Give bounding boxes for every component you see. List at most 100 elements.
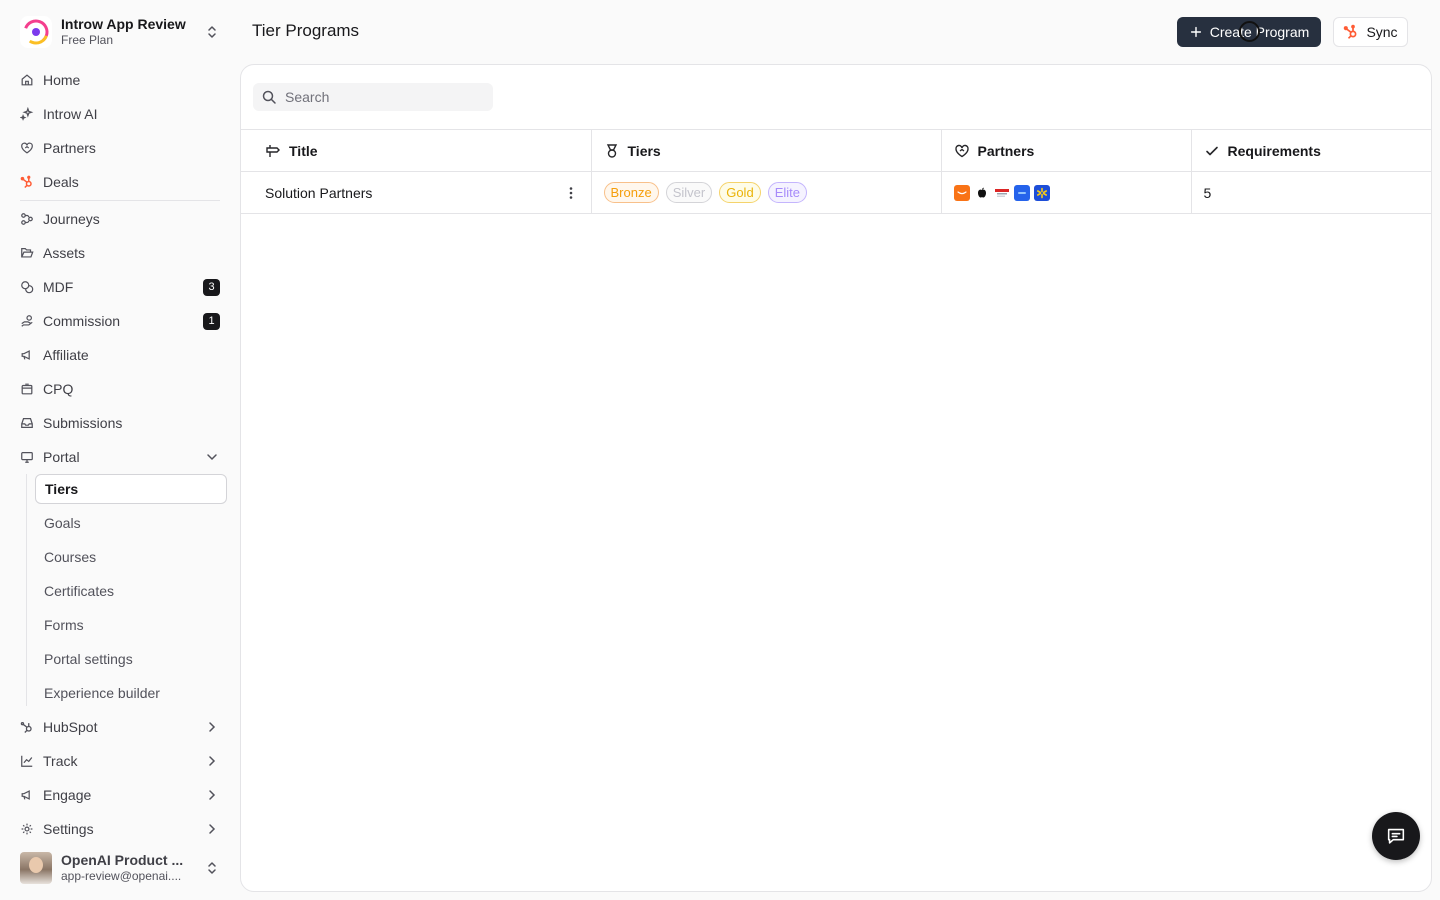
- sidebar-item-label: Journeys: [43, 211, 100, 227]
- search-icon: [262, 90, 276, 104]
- sidebar-item-label: Submissions: [43, 415, 123, 431]
- tier-badge-gold: Gold: [719, 182, 761, 203]
- user-menu[interactable]: OpenAI Product ... app-review@openai....: [12, 848, 228, 888]
- sidebar-item-label: Commission: [43, 313, 121, 329]
- signpost-icon: [266, 144, 280, 157]
- apple-logo: [973, 184, 990, 201]
- chevron-right-icon: [209, 756, 216, 766]
- workspace-switcher[interactable]: Introw App Review Free Plan: [12, 12, 228, 52]
- mdf-count-badge: 3: [203, 278, 220, 296]
- line-chart-icon: [20, 754, 34, 768]
- user-email: app-review@openai....: [61, 869, 182, 884]
- sidebar-subitem-forms[interactable]: Forms: [35, 610, 227, 640]
- handshake-heart-icon: [954, 144, 969, 157]
- workflow-icon: [20, 212, 34, 226]
- table-row[interactable]: Solution Partners Bronze Silver Gold Elite: [241, 171, 1431, 214]
- workspace-plan: Free Plan: [61, 33, 114, 48]
- hubspot-icon: [1344, 24, 1357, 39]
- commission-count-badge: 1: [203, 312, 220, 330]
- folder-open-icon: [20, 246, 34, 260]
- submenu-rail: [26, 474, 27, 706]
- search-box[interactable]: [253, 83, 493, 111]
- megaphone-icon: [20, 788, 34, 802]
- sidebar-subitem-courses[interactable]: Courses: [35, 542, 227, 572]
- column-header-label: Title: [289, 142, 318, 159]
- column-header-title[interactable]: Title: [241, 129, 591, 172]
- sidebar-subitem-portal-settings[interactable]: Portal settings: [35, 644, 227, 674]
- home-icon: [20, 73, 34, 87]
- inbox-icon: [20, 416, 34, 430]
- requirements-cell: 5: [1190, 171, 1431, 214]
- chevron-down-icon: [207, 454, 217, 461]
- tier-badge-bronze: Bronze: [603, 182, 659, 203]
- introw-logo: [20, 16, 52, 48]
- sidebar-item-submissions[interactable]: Submissions: [12, 408, 228, 438]
- sidebar-item-label: Introw AI: [43, 106, 98, 122]
- gear-icon: [20, 822, 34, 836]
- amazon-logo: [953, 184, 970, 201]
- sidebar-subitem-goals[interactable]: Goals: [35, 508, 227, 538]
- column-header-label: Tiers: [627, 142, 661, 159]
- chat-support-button[interactable]: [1372, 812, 1420, 860]
- chat-icon: [1387, 828, 1405, 844]
- package-icon: [20, 382, 34, 396]
- sidebar-item-introw-ai[interactable]: Introw AI: [12, 99, 228, 129]
- medal-icon: [606, 143, 617, 158]
- sidebar-subitem-experience-builder[interactable]: Experience builder: [35, 678, 227, 708]
- sidebar-subitem-tiers[interactable]: Tiers: [35, 474, 227, 504]
- main-panel: Title Tiers Partners: [240, 64, 1432, 892]
- sidebar-item-journeys[interactable]: Journeys: [12, 204, 228, 234]
- sidebar-item-partners[interactable]: Partners: [12, 133, 228, 163]
- column-header-partners[interactable]: Partners: [940, 129, 1191, 172]
- chevrons-up-down-icon: [208, 862, 216, 874]
- sidebar-item-label: Affiliate: [43, 347, 89, 363]
- sidebar-item-deals[interactable]: Deals: [12, 167, 228, 197]
- table-header-row: Title Tiers Partners Requirements: [241, 129, 1431, 172]
- coins-icon: [20, 280, 34, 294]
- monitor-icon: [20, 450, 34, 464]
- sidebar-item-label: Home: [43, 72, 81, 88]
- google-logo: [1013, 184, 1030, 201]
- search-input[interactable]: [285, 89, 485, 105]
- megaphone-icon: [20, 348, 34, 362]
- program-title: Solution Partners: [265, 184, 373, 201]
- hand-coins-icon: [20, 314, 34, 328]
- column-header-tiers[interactable]: Tiers: [590, 129, 941, 172]
- partners-cell: [940, 171, 1191, 214]
- sidebar-item-label: Track: [43, 753, 78, 769]
- tier-programs-table: Title Tiers Partners Requirements Soluti…: [241, 129, 1431, 214]
- sync-label: Sync: [1366, 24, 1398, 40]
- avatar: [20, 852, 52, 884]
- sidebar-item-label: Assets: [43, 245, 86, 261]
- sidebar-subitem-certificates[interactable]: Certificates: [35, 576, 227, 606]
- sidebar-item-label: MDF: [43, 279, 74, 295]
- sidebar-item-label: Engage: [43, 787, 92, 803]
- sidebar-item-hubspot[interactable]: HubSpot: [12, 712, 228, 742]
- sidebar-item-engage[interactable]: Engage: [12, 780, 228, 810]
- sidebar: Introw App Review Free Plan Home Introw …: [0, 0, 240, 900]
- chevron-right-icon: [209, 722, 216, 732]
- sidebar-item-mdf[interactable]: MDF 3: [12, 272, 228, 302]
- sidebar-item-commission[interactable]: Commission 1: [12, 306, 228, 336]
- tier-badge-silver: Silver: [665, 182, 713, 203]
- create-program-button[interactable]: Create Program: [1177, 17, 1321, 47]
- sync-button[interactable]: Sync: [1333, 17, 1408, 47]
- title-cell: Solution Partners: [241, 171, 591, 214]
- handshake-heart-icon: [20, 141, 34, 155]
- sidebar-item-assets[interactable]: Assets: [12, 238, 228, 268]
- column-header-label: Partners: [977, 142, 1035, 159]
- column-header-requirements[interactable]: Requirements: [1190, 129, 1431, 172]
- sidebar-item-cpq[interactable]: CPQ: [12, 374, 228, 404]
- user-name: OpenAI Product ...: [61, 852, 184, 869]
- sidebar-item-track[interactable]: Track: [12, 746, 228, 776]
- sidebar-item-label: Portal: [43, 449, 80, 465]
- check-icon: [1205, 146, 1218, 155]
- sidebar-item-portal[interactable]: Portal: [12, 442, 228, 472]
- tier-badge-elite: Elite: [767, 182, 807, 203]
- sidebar-item-home[interactable]: Home: [12, 65, 228, 95]
- chevron-right-icon: [209, 824, 216, 834]
- more-vertical-icon[interactable]: [563, 185, 579, 201]
- sidebar-item-settings[interactable]: Settings: [12, 814, 228, 844]
- hubspot-icon: [20, 175, 34, 189]
- sidebar-item-affiliate[interactable]: Affiliate: [12, 340, 228, 370]
